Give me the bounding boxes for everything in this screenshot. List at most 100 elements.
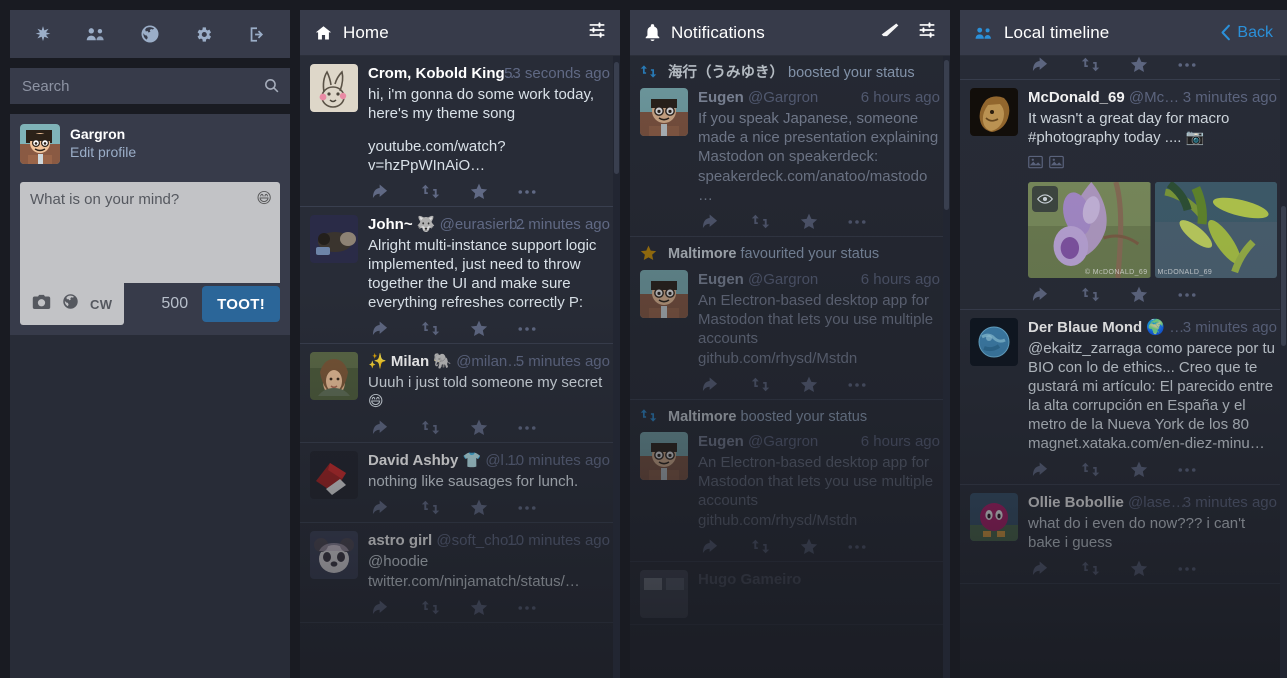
status-item[interactable]: 6 hours ago Eugen @Gargron An Electron-b… bbox=[640, 432, 940, 555]
federated-timeline-icon[interactable] bbox=[130, 14, 170, 54]
avatar[interactable] bbox=[970, 88, 1018, 136]
scrollbar-track[interactable] bbox=[1280, 56, 1287, 678]
scrollbar-track[interactable] bbox=[613, 56, 620, 678]
compose-textarea[interactable]: What is on your mind? 😄 bbox=[20, 182, 280, 283]
boost-icon[interactable] bbox=[421, 419, 440, 436]
scrollbar-thumb[interactable] bbox=[944, 60, 949, 210]
reply-icon[interactable] bbox=[1032, 286, 1051, 303]
back-button[interactable]: Back bbox=[1220, 24, 1273, 42]
reply-icon[interactable] bbox=[1032, 461, 1051, 478]
favourite-icon[interactable] bbox=[1130, 560, 1148, 577]
column-body-notifications[interactable]: 海行（うみゆき） boosted your status bbox=[630, 56, 950, 678]
status-display-name[interactable]: Eugen bbox=[698, 89, 744, 106]
content-warning-toggle[interactable]: CW bbox=[90, 297, 112, 312]
emoji-picker-icon[interactable]: 😄 bbox=[256, 189, 272, 207]
toot-button[interactable]: TOOT! bbox=[202, 286, 280, 322]
more-options-icon[interactable] bbox=[518, 605, 536, 611]
notification-actor[interactable]: Maltimore bbox=[668, 246, 737, 262]
boost-icon[interactable] bbox=[1081, 56, 1100, 73]
reply-icon[interactable] bbox=[372, 419, 391, 436]
boost-icon[interactable] bbox=[751, 213, 770, 230]
notification-item[interactable]: Hugo Gameiro bbox=[630, 562, 950, 625]
favourite-icon[interactable] bbox=[470, 320, 488, 337]
status-display-name[interactable]: Eugen bbox=[698, 433, 744, 450]
status-display-name[interactable]: David Ashby 👕 bbox=[368, 452, 481, 469]
status-item[interactable]: 3 minutes ago Der Blaue Mond 🌍 … @ekaitz… bbox=[960, 310, 1287, 485]
status-display-name[interactable]: Crom, Kobold King bbox=[368, 65, 505, 82]
reply-icon[interactable] bbox=[372, 499, 391, 516]
status-item[interactable]: 10 minutes ago David Ashby 👕 @l… nothing… bbox=[300, 443, 620, 523]
more-options-icon[interactable] bbox=[1178, 292, 1196, 298]
status-link[interactable]: github.com/rhysd/Mstdn bbox=[698, 349, 940, 368]
boost-icon[interactable] bbox=[1081, 461, 1100, 478]
avatar[interactable] bbox=[640, 270, 688, 318]
status-link[interactable]: twitter.com/ninjamatch/status/… bbox=[368, 572, 610, 591]
reply-icon[interactable] bbox=[372, 183, 391, 200]
boost-icon[interactable] bbox=[421, 599, 440, 616]
avatar[interactable] bbox=[310, 531, 358, 579]
avatar[interactable] bbox=[640, 432, 688, 480]
status-item[interactable]: 6 hours ago Eugen @Gargron An Electron-b… bbox=[640, 270, 940, 393]
favourite-icon[interactable] bbox=[470, 599, 488, 616]
more-options-icon[interactable] bbox=[518, 425, 536, 431]
local-timeline-icon[interactable] bbox=[76, 14, 116, 54]
reply-icon[interactable] bbox=[702, 538, 721, 555]
more-options-icon[interactable] bbox=[518, 189, 536, 195]
status-display-name[interactable]: astro girl bbox=[368, 532, 432, 549]
compose-icon[interactable] bbox=[23, 14, 63, 54]
more-options-icon[interactable] bbox=[1178, 62, 1196, 68]
status-display-name[interactable]: Der Blaue Mond 🌍 bbox=[1028, 319, 1165, 336]
boost-icon[interactable] bbox=[421, 499, 440, 516]
reply-icon[interactable] bbox=[1032, 560, 1051, 577]
notification-item[interactable]: Maltimore favourited your status bbox=[630, 237, 950, 400]
avatar[interactable] bbox=[970, 493, 1018, 541]
reply-icon[interactable] bbox=[372, 599, 391, 616]
avatar[interactable] bbox=[640, 88, 688, 136]
notification-item[interactable]: 海行（うみゆき） boosted your status bbox=[630, 56, 950, 237]
boost-icon[interactable] bbox=[751, 376, 770, 393]
reply-icon[interactable] bbox=[702, 213, 721, 230]
camera-icon[interactable] bbox=[32, 294, 51, 315]
status-link[interactable]: youtube.com/watch?v=hzPpWInAiO… bbox=[368, 137, 610, 175]
media-thumb-flower[interactable]: © McDONALD_69 bbox=[1028, 182, 1151, 278]
more-options-icon[interactable] bbox=[848, 544, 866, 550]
more-options-icon[interactable] bbox=[1178, 566, 1196, 572]
notification-actor[interactable]: Maltimore bbox=[668, 409, 737, 425]
more-options-icon[interactable] bbox=[518, 326, 536, 332]
more-options-icon[interactable] bbox=[848, 382, 866, 388]
status-item[interactable]: 2 minutes ago John~ 🐺 @eurasierb.. Alrig… bbox=[300, 207, 620, 344]
scrollbar-thumb[interactable] bbox=[1281, 206, 1286, 346]
avatar[interactable] bbox=[310, 352, 358, 400]
notification-item[interactable]: Maltimore boosted your status bbox=[630, 400, 950, 562]
favourite-icon[interactable] bbox=[470, 419, 488, 436]
column-header-local[interactable]: Local timeline Back bbox=[960, 10, 1287, 56]
avatar[interactable] bbox=[970, 318, 1018, 366]
scrollbar-thumb[interactable] bbox=[614, 62, 619, 174]
favourite-icon[interactable] bbox=[1130, 56, 1148, 73]
avatar[interactable] bbox=[310, 64, 358, 112]
status-link[interactable]: github.com/rhysd/Mstdn bbox=[698, 511, 940, 530]
more-options-icon[interactable] bbox=[1178, 467, 1196, 473]
status-item[interactable]: 3 minutes ago McDonald_69 @Mc… It wasn't… bbox=[960, 80, 1287, 310]
favourite-icon[interactable] bbox=[1130, 461, 1148, 478]
status-item[interactable]: Hugo Gameiro bbox=[640, 570, 940, 618]
reply-icon[interactable] bbox=[372, 320, 391, 337]
boost-icon[interactable] bbox=[1081, 286, 1100, 303]
toggle-sensitive-icon[interactable] bbox=[1032, 186, 1058, 212]
boost-icon[interactable] bbox=[421, 183, 440, 200]
globe-icon[interactable] bbox=[62, 293, 79, 315]
boost-icon[interactable] bbox=[421, 320, 440, 337]
edit-profile-link[interactable]: Edit profile bbox=[70, 143, 136, 162]
favourite-icon[interactable] bbox=[1130, 286, 1148, 303]
status-display-name[interactable]: Hugo Gameiro bbox=[698, 571, 801, 588]
favourite-icon[interactable] bbox=[470, 499, 488, 516]
reply-icon[interactable] bbox=[702, 376, 721, 393]
media-thumb-catkin[interactable]: McDONALD_69 bbox=[1155, 182, 1278, 278]
column-settings-icon[interactable] bbox=[588, 21, 606, 44]
column-body-home[interactable]: 53 seconds ago Crom, Kobold King… hi, i'… bbox=[300, 56, 620, 678]
status-display-name[interactable]: Eugen bbox=[698, 271, 744, 288]
status-link[interactable]: speakerdeck.com/anatoo/mastodo… bbox=[698, 167, 940, 205]
status-item[interactable]: 53 seconds ago Crom, Kobold King… hi, i'… bbox=[300, 56, 620, 207]
favourite-icon[interactable] bbox=[800, 538, 818, 555]
status-display-name[interactable]: Ollie Bobollie bbox=[1028, 494, 1124, 511]
